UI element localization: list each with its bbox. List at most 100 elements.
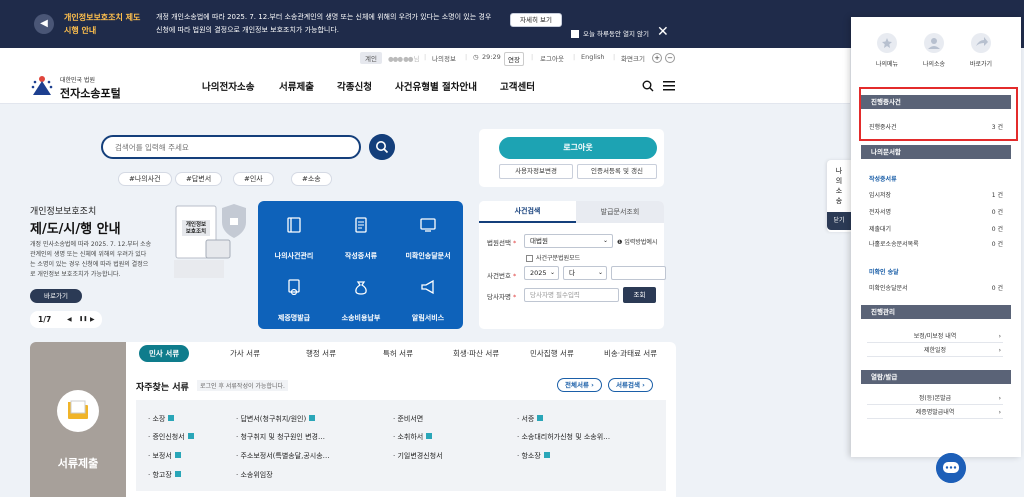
extend-button[interactable]: 연장 <box>504 52 524 66</box>
case-type-value: 다 <box>569 269 575 277</box>
input-example-link[interactable]: ❶ 입력방법예시 <box>617 237 657 246</box>
nav-item-my-litigation[interactable]: 나의전자소송 <box>202 79 254 93</box>
e-sign-row[interactable]: 전자서명 0 건 <box>869 207 1003 216</box>
court-logo-icon <box>31 76 53 95</box>
tab-family-docs[interactable]: 가사 서류 <box>230 348 260 359</box>
doc-link-label: · 소장 <box>148 415 166 423</box>
service-label: 알림서비스 <box>411 314 445 322</box>
my-litigation-button[interactable]: 나의소송 <box>914 33 954 68</box>
year-select[interactable]: 2025 ⌄ <box>524 266 559 280</box>
search-input[interactable] <box>103 137 359 157</box>
case-number-input[interactable] <box>611 266 666 280</box>
doc-link[interactable]: · 항소장 <box>517 451 550 461</box>
search-tag[interactable]: #인사 <box>233 172 274 186</box>
case-search-button[interactable]: 조회 <box>623 287 656 303</box>
service-writing-docs[interactable]: 작성중서류 <box>327 201 395 263</box>
search-field[interactable] <box>101 135 361 159</box>
tab-issued-docs[interactable]: 발급문서조회 <box>576 201 664 223</box>
writing-docs-title: 작성중서류 <box>869 176 897 183</box>
court-mode-checkbox[interactable]: 사건구분법원모드 <box>526 253 580 262</box>
doc-link[interactable]: · 항고장 <box>148 470 181 480</box>
temp-save-row[interactable]: 임시저장 1 건 <box>869 190 1003 199</box>
close-icon[interactable]: ✕ <box>657 25 669 39</box>
service-certificate[interactable]: 제증명발급 <box>260 263 328 325</box>
case-type-select[interactable]: 다 ⌄ <box>563 266 607 280</box>
doc-search-button[interactable]: 서류검색 › <box>608 378 653 392</box>
row-count: 0 건 <box>991 209 1003 216</box>
doc-link[interactable]: · 보정서 <box>148 451 181 461</box>
my-info-link[interactable]: 나의정보 <box>432 53 456 63</box>
doc-link[interactable]: · 기일변경신청서 <box>393 451 443 461</box>
tab-execution-docs[interactable]: 민사집행 서류 <box>530 348 574 359</box>
unconfirmed-row[interactable]: 미확인송달문서 0 건 <box>869 283 1003 292</box>
illustration-label-line: 개인정보 <box>185 222 207 228</box>
side-close-button[interactable]: 닫기 <box>827 212 851 230</box>
tab-bankruptcy-docs[interactable]: 회생·파산 서류 <box>453 348 499 359</box>
service-notification[interactable]: 알림서비스 <box>394 263 462 325</box>
nav-item-customer-center[interactable]: 고객센터 <box>500 79 535 93</box>
doc-link[interactable]: · 주소보정서(특별송달,공시송… <box>236 451 330 461</box>
tab-patent-docs[interactable]: 특허 서류 <box>383 348 413 359</box>
restricted-schedule-link[interactable]: 제한일정 › <box>867 345 1003 357</box>
doc-link[interactable]: · 청구취지 및 청구원인 변경… <box>236 432 325 442</box>
nav-item-procedure-guide[interactable]: 사건유형별 절차안내 <box>395 79 477 93</box>
prev-icon[interactable]: ◀ <box>67 311 72 328</box>
nav-item-document-submit[interactable]: 서류제출 <box>279 79 314 93</box>
doc-link[interactable]: · 준비서면 <box>393 414 423 424</box>
doc-link[interactable]: · 소송대리허가신청 및 소송위… <box>517 432 610 442</box>
zoom-label: 화면크기 <box>621 55 645 63</box>
nav-item-applications[interactable]: 각종신청 <box>337 79 372 93</box>
search-tag[interactable]: #나의사건 <box>118 172 172 186</box>
zoom-in-button[interactable]: + <box>652 53 662 63</box>
logout-link[interactable]: 로그아웃 <box>540 53 564 63</box>
doc-link[interactable]: · 답변서(청구취지/원인) <box>236 414 316 424</box>
zoom-out-button[interactable]: − <box>665 53 675 63</box>
search-icon[interactable] <box>642 80 654 92</box>
tab-case-search[interactable]: 사건검색 <box>479 201 576 223</box>
link-label: 정(등)본발급 <box>918 395 952 402</box>
self-litigation-row[interactable]: 나홀로소송문서목록 0 건 <box>869 239 1003 248</box>
search-tag[interactable]: #답변서 <box>175 172 223 186</box>
search-button[interactable] <box>369 134 395 160</box>
checkbox-icon[interactable] <box>571 30 579 38</box>
notice-detail-button[interactable]: 자세히 보기 <box>510 13 562 27</box>
divider: | <box>424 53 427 61</box>
logo[interactable]: 대한민국 법원 전자소송포털 <box>30 73 140 100</box>
doc-link[interactable]: · 증인신청서 <box>148 432 194 442</box>
english-link[interactable]: English <box>581 53 604 61</box>
next-icon[interactable]: ▶ <box>90 311 95 328</box>
correction-history-link[interactable]: 보정/미보정 내역 › <box>867 331 1003 343</box>
doc-link[interactable]: · 소송위임장 <box>236 470 273 480</box>
star-icon <box>877 33 897 53</box>
user-info-change-button[interactable]: 사용자정보변경 <box>499 164 573 179</box>
promo-shortcut-button[interactable]: 바로가기 <box>30 289 82 303</box>
service-unconfirmed-docs[interactable]: 미확인송달문서 <box>394 201 462 263</box>
chat-button[interactable] <box>936 453 966 483</box>
service-my-case[interactable]: 나의사건관리 <box>260 201 328 263</box>
doc-link-label: · 서증 <box>517 415 535 423</box>
tab-admin-docs[interactable]: 행정 서류 <box>306 348 336 359</box>
search-tag[interactable]: #소송 <box>291 172 332 186</box>
court-select[interactable]: 대법원 ⌄ <box>524 234 613 248</box>
tab-non-contentious-docs[interactable]: 비송·과태료 서류 <box>604 348 657 359</box>
doc-link[interactable]: · 서증 <box>517 414 544 424</box>
doc-link[interactable]: · 소취하서 <box>393 432 433 442</box>
side-tab-char: 송 <box>835 197 843 205</box>
submit-wait-row[interactable]: 제출대기 0 건 <box>869 224 1003 233</box>
logout-button[interactable]: 로그아웃 <box>499 137 657 159</box>
pause-icon[interactable]: ❚❚ <box>79 311 87 328</box>
my-menu-button[interactable]: 나의메뉴 <box>867 33 907 68</box>
chevron-down-icon: ⌄ <box>597 269 603 276</box>
cert-register-button[interactable]: 인증서등록 및 갱신 <box>577 164 657 179</box>
all-docs-button[interactable]: 전체서류 › <box>557 378 602 392</box>
checkbox-icon[interactable] <box>526 255 533 262</box>
copy-issue-link[interactable]: 정(등)본발급 › <box>867 393 1003 405</box>
hide-today-checkbox[interactable]: 오늘 하루동안 열지 않기 <box>571 28 649 38</box>
doc-link[interactable]: · 소장 <box>148 414 175 424</box>
menu-icon[interactable] <box>663 81 675 91</box>
tab-civil-docs[interactable]: 민사 서류 <box>139 345 190 362</box>
shortcut-button[interactable]: 바로가기 <box>961 33 1001 68</box>
certificate-history-link[interactable]: 제증명발급내역 › <box>867 407 1003 419</box>
party-name-input[interactable]: 당사자명 필수입력 <box>524 288 619 302</box>
service-payment[interactable]: 소송비용납부 <box>327 263 395 325</box>
